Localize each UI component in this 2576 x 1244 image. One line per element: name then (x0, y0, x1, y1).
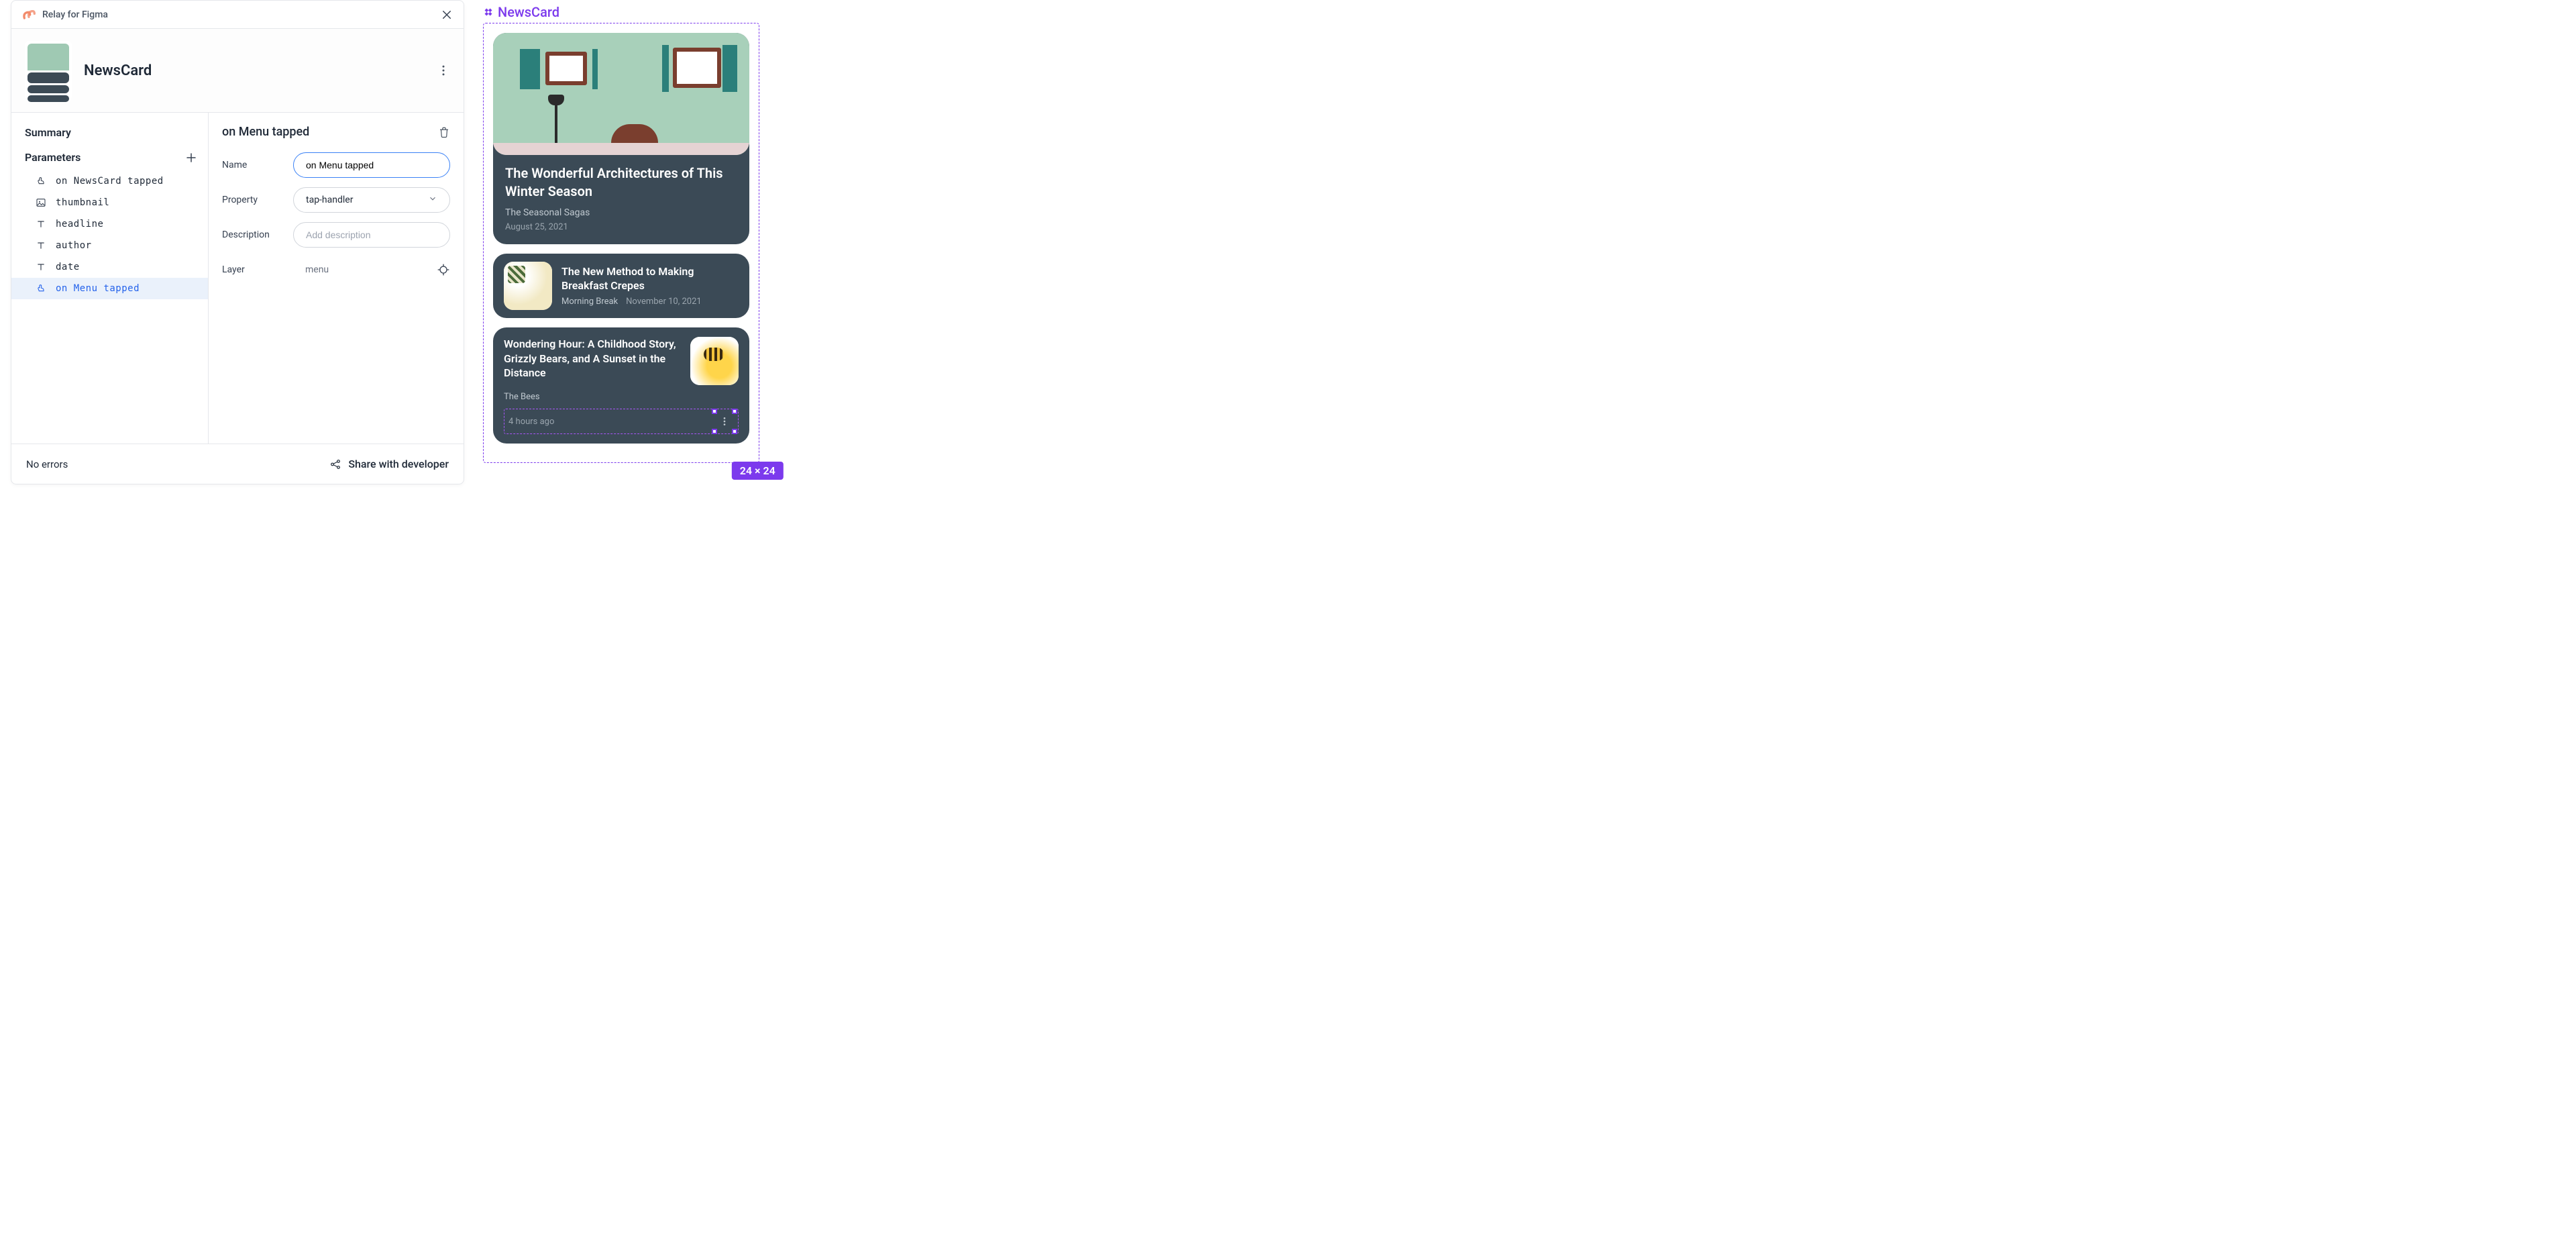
figma-canvas-preview: NewsCard The Wonderful Architectures of … (483, 4, 759, 463)
param-on-menu-tapped[interactable]: on Menu tapped (11, 278, 208, 299)
card-image (690, 337, 739, 385)
property-select[interactable]: tap-handler (293, 187, 450, 213)
card-date: 4 hours ago (508, 417, 554, 427)
close-icon[interactable] (441, 9, 453, 21)
name-label: Name (222, 160, 281, 170)
summary-heading: Summary (11, 125, 208, 148)
plugin-title: Relay for Figma (42, 9, 108, 20)
relay-panel: Relay for Figma NewsCard Summary Paramet… (11, 0, 464, 484)
card-title: The Wonderful Architectures of This Wint… (505, 164, 737, 201)
component-frame-label[interactable]: NewsCard (483, 4, 759, 20)
param-label: on NewsCard tapped (56, 176, 164, 187)
param-label: on Menu tapped (56, 283, 140, 294)
layer-label: Layer (222, 264, 281, 275)
card-author: The Bees (504, 392, 739, 402)
selected-layer-outline: 4 hours ago (504, 409, 739, 434)
card-author: Morning Break (561, 297, 618, 307)
param-on-newscard-tapped[interactable]: on NewsCard tapped (11, 170, 208, 192)
card-author: The Seasonal Sagas (505, 207, 737, 218)
parameter-detail-pane: on Menu tapped Name Property tap-handler (209, 113, 464, 444)
news-card-small[interactable]: The New Method to Making Breakfast Crepe… (493, 254, 749, 318)
tap-icon (36, 283, 46, 294)
description-input-field[interactable] (306, 229, 437, 240)
property-selected-value: tap-handler (306, 195, 353, 205)
delete-icon[interactable] (438, 126, 450, 138)
param-label: thumbnail (56, 197, 109, 208)
property-label: Property (222, 195, 281, 205)
param-thumbnail[interactable]: thumbnail (11, 192, 208, 213)
param-label: author (56, 240, 92, 251)
summary-sidebar: Summary Parameters on NewsCard tapped th… (11, 113, 209, 444)
selection-size-badge: 24 × 24 (732, 462, 784, 480)
param-label: headline (56, 219, 103, 229)
relay-logo-icon (22, 10, 36, 19)
component-frame[interactable]: The Wonderful Architectures of This Wint… (483, 23, 759, 463)
news-card-audio[interactable]: Wondering Hour: A Childhood Story, Grizz… (493, 327, 749, 444)
card-title: The New Method to Making Breakfast Crepe… (561, 265, 739, 293)
menu-icon-selected-layer[interactable] (715, 412, 734, 431)
card-hero-image (493, 33, 749, 155)
layer-value: menu (293, 257, 437, 282)
add-parameter-icon[interactable] (185, 152, 197, 164)
text-icon (36, 219, 46, 229)
name-input-field[interactable] (306, 160, 437, 170)
text-icon (36, 262, 46, 272)
panel-footer: No errors Share with developer (11, 444, 464, 484)
tap-icon (36, 176, 46, 187)
component-frame-name: NewsCard (498, 4, 559, 20)
card-date: November 10, 2021 (626, 297, 702, 307)
name-input[interactable] (293, 152, 450, 178)
param-headline[interactable]: headline (11, 213, 208, 235)
component-diamond-icon (483, 7, 494, 17)
card-title: Wondering Hour: A Childhood Story, Grizz… (504, 337, 680, 385)
chevron-down-icon (428, 194, 437, 206)
status-text: No errors (26, 458, 68, 470)
component-header: NewsCard (11, 29, 464, 113)
target-layer-icon[interactable] (437, 263, 450, 276)
share-with-developer-button[interactable]: Share with developer (329, 458, 449, 470)
parameter-list: on NewsCard tapped thumbnail headline au… (11, 166, 208, 299)
panel-body: Summary Parameters on NewsCard tapped th… (11, 113, 464, 444)
card-image (504, 262, 552, 310)
detail-title: on Menu tapped (222, 125, 309, 139)
more-vertical-icon (719, 416, 730, 427)
news-card-hero[interactable]: The Wonderful Architectures of This Wint… (493, 33, 749, 244)
share-label: Share with developer (348, 458, 449, 470)
share-icon (329, 458, 341, 470)
card-date: August 25, 2021 (505, 222, 737, 232)
description-label: Description (222, 229, 281, 240)
component-name: NewsCard (84, 62, 152, 79)
component-thumbnail (25, 41, 72, 100)
text-icon (36, 240, 46, 251)
panel-header: Relay for Figma (11, 1, 464, 29)
param-label: date (56, 262, 80, 272)
description-input[interactable] (293, 222, 450, 248)
parameters-heading: Parameters (25, 151, 80, 164)
param-author[interactable]: author (11, 235, 208, 256)
image-icon (36, 197, 46, 208)
param-date[interactable]: date (11, 256, 208, 278)
more-menu-icon[interactable] (437, 64, 450, 77)
